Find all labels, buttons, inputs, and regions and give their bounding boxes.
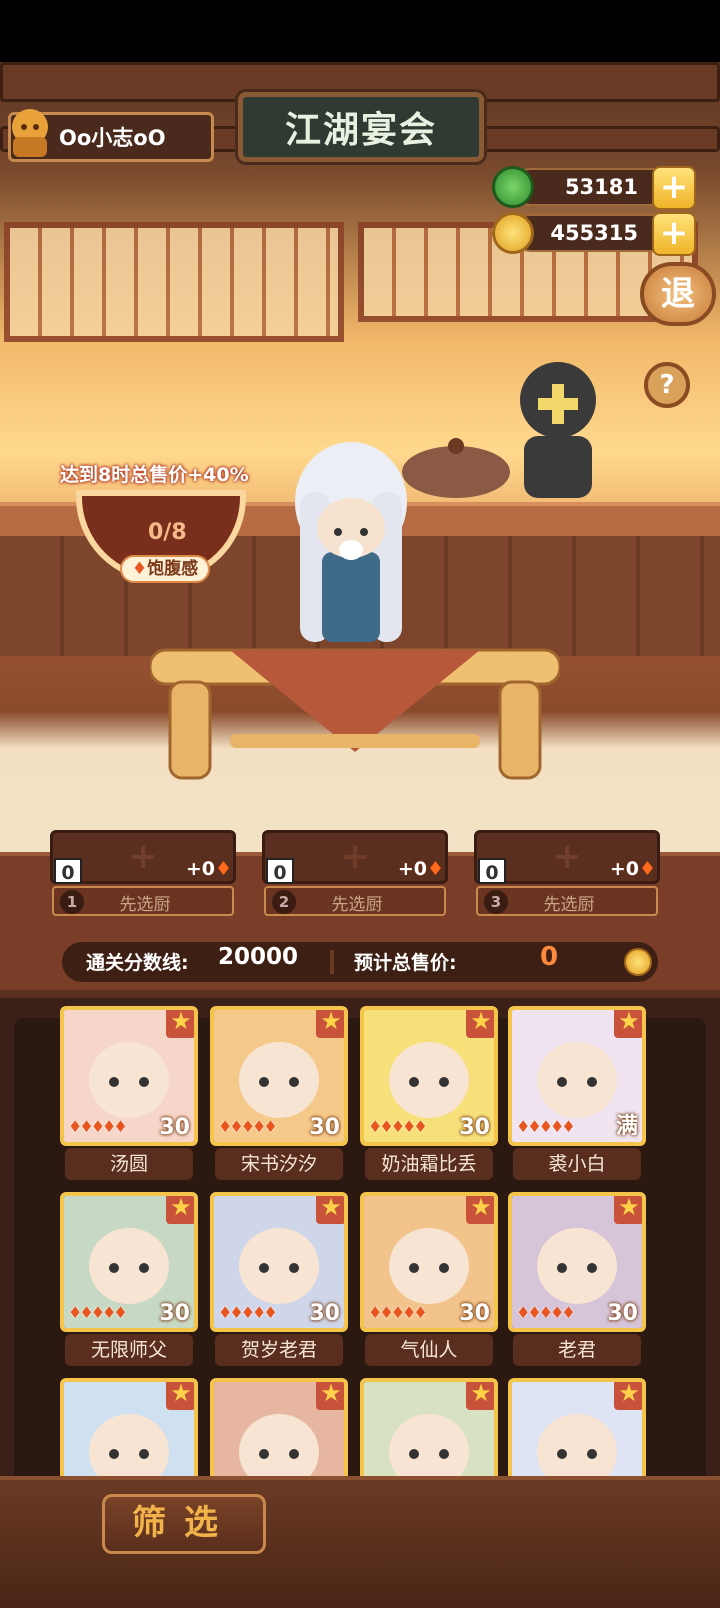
chef-card[interactable]: ★ ♦♦♦♦♦ 满裘小白 bbox=[508, 1006, 646, 1180]
filter-button[interactable]: 筛选 bbox=[102, 1494, 266, 1554]
chef-level: 30 bbox=[607, 1301, 638, 1326]
flame-rating-icon: ♦♦♦♦♦ bbox=[368, 1117, 428, 1136]
chef-portrait: ★ bbox=[60, 1378, 198, 1476]
star-icon: ★ bbox=[166, 1382, 194, 1410]
chef-name: 无限师父 bbox=[65, 1334, 193, 1366]
flame-rating-icon: ♦♦♦♦♦ bbox=[516, 1117, 576, 1136]
chef-level: 30 bbox=[309, 1301, 340, 1326]
chef-card[interactable]: ★ ♦♦♦♦♦ 30 奶油霜比丢 bbox=[360, 1006, 498, 1180]
chef-card[interactable]: ★ ♦♦♦♦♦ 30 贺岁老君 bbox=[210, 1192, 348, 1366]
star-icon: ★ bbox=[614, 1382, 642, 1410]
chef-portrait: ★ ♦♦♦♦♦ 30 bbox=[210, 1192, 348, 1332]
star-icon: ★ bbox=[614, 1196, 642, 1224]
chef-level: 30 bbox=[459, 1115, 490, 1140]
chef-portrait: ★ ♦♦♦♦♦ 30 bbox=[210, 1006, 348, 1146]
chef-card[interactable]: ★ bbox=[360, 1378, 498, 1476]
chef-level: 30 bbox=[159, 1301, 190, 1326]
flame-rating-icon: ♦♦♦♦♦ bbox=[218, 1303, 278, 1322]
flame-rating-icon: ♦♦♦♦♦ bbox=[218, 1117, 278, 1136]
chef-portrait: ★ ♦♦♦♦♦ 30 bbox=[360, 1192, 498, 1332]
chef-card[interactable]: ★ ♦♦♦♦♦ 30 无限师父 bbox=[60, 1192, 198, 1366]
chef-card[interactable]: ★ ♦♦♦♦♦ 30 气仙人 bbox=[360, 1192, 498, 1366]
chef-name: 老君 bbox=[513, 1334, 641, 1366]
chef-portrait: ★ bbox=[360, 1378, 498, 1476]
chef-card[interactable]: ★ bbox=[60, 1378, 198, 1476]
chef-name: 气仙人 bbox=[365, 1334, 493, 1366]
star-icon: ★ bbox=[466, 1196, 494, 1224]
star-icon: ★ bbox=[614, 1010, 642, 1038]
chef-card[interactable]: ★ bbox=[210, 1378, 348, 1476]
chef-portrait: ★ bbox=[210, 1378, 348, 1476]
star-icon: ★ bbox=[466, 1382, 494, 1410]
chef-level: 满 bbox=[615, 1114, 638, 1139]
chef-level: 30 bbox=[159, 1115, 190, 1140]
chef-portrait: ★ bbox=[508, 1378, 646, 1476]
chef-name: 贺岁老君 bbox=[215, 1334, 343, 1366]
flame-rating-icon: ♦♦♦♦♦ bbox=[68, 1303, 128, 1322]
chef-name: 奶油霜比丢 bbox=[365, 1148, 493, 1180]
chef-portrait: ★ ♦♦♦♦♦ 满 bbox=[508, 1006, 646, 1146]
chef-portrait: ★ ♦♦♦♦♦ 30 bbox=[60, 1192, 198, 1332]
chef-level: 30 bbox=[309, 1115, 340, 1140]
star-icon: ★ bbox=[316, 1196, 344, 1224]
chef-portrait: ★ ♦♦♦♦♦ 30 bbox=[508, 1192, 646, 1332]
star-icon: ★ bbox=[166, 1010, 194, 1038]
star-icon: ★ bbox=[166, 1196, 194, 1224]
chef-name: 宋书汐汐 bbox=[215, 1148, 343, 1180]
chef-cards: ★ ♦♦♦♦♦ 30 汤圆 ★ ♦♦♦♦♦ 30 宋书汐汐 ★ ♦♦♦♦♦ 30 奶油霜比丢 ★ ♦♦♦♦… bbox=[0, 0, 720, 1476]
flame-rating-icon: ♦♦♦♦♦ bbox=[68, 1117, 128, 1136]
chef-portrait: ★ ♦♦♦♦♦ 30 bbox=[60, 1006, 198, 1146]
chef-card[interactable]: ★ bbox=[508, 1378, 646, 1476]
chef-portrait: ★ ♦♦♦♦♦ 30 bbox=[360, 1006, 498, 1146]
chef-card[interactable]: ★ ♦♦♦♦♦ 30 汤圆 bbox=[60, 1006, 198, 1180]
star-icon: ★ bbox=[316, 1382, 344, 1410]
flame-rating-icon: ♦♦♦♦♦ bbox=[516, 1303, 576, 1322]
chef-card[interactable]: ★ ♦♦♦♦♦ 30 老君 bbox=[508, 1192, 646, 1366]
chef-card[interactable]: ★ ♦♦♦♦♦ 30 宋书汐汐 bbox=[210, 1006, 348, 1180]
chef-name: 汤圆 bbox=[65, 1148, 193, 1180]
star-icon: ★ bbox=[466, 1010, 494, 1038]
chef-level: 30 bbox=[459, 1301, 490, 1326]
star-icon: ★ bbox=[316, 1010, 344, 1038]
flame-rating-icon: ♦♦♦♦♦ bbox=[368, 1303, 428, 1322]
chef-name: 裘小白 bbox=[513, 1148, 641, 1180]
